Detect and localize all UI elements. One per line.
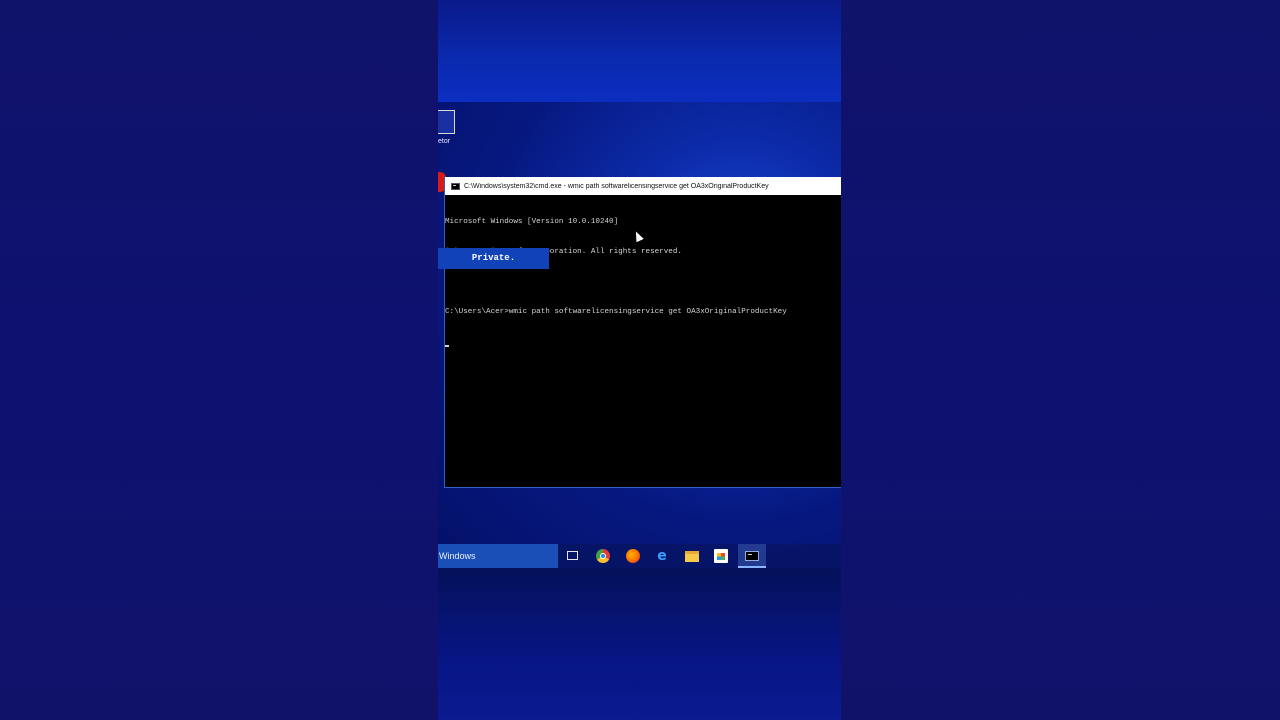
cmd-taskbar-icon[interactable] xyxy=(745,551,759,561)
terminal-line: Microsoft Windows [Version 10.0.10240] xyxy=(445,218,619,226)
task-view-icon[interactable] xyxy=(567,551,578,560)
cmd-icon xyxy=(451,182,460,190)
taskbar: Windows e xyxy=(438,544,841,568)
bottom-band xyxy=(438,568,841,720)
desktop-icon-label: etor xyxy=(438,138,451,145)
private-overlay: Private. xyxy=(438,248,549,269)
taskbar-search-box[interactable]: Windows xyxy=(438,544,558,568)
letterbox-left xyxy=(0,0,438,720)
letterbox-right xyxy=(841,0,1280,720)
terminal-line: C:\Users\Acer>wmic path softwarelicensin… xyxy=(445,308,787,316)
store-icon[interactable] xyxy=(714,549,728,563)
file-explorer-icon[interactable] xyxy=(685,551,699,562)
window-title: C:\Windows\system32\cmd.exe - wmic path … xyxy=(464,182,769,190)
terminal-cursor-line xyxy=(445,337,841,347)
text-cursor xyxy=(445,345,449,347)
desktop-shortcut-icon[interactable] xyxy=(438,110,455,134)
terminal-output[interactable]: Microsoft Windows [Version 10.0.10240] (… xyxy=(445,197,841,367)
top-band xyxy=(438,0,841,102)
chrome-icon[interactable] xyxy=(596,549,610,563)
firefox-icon[interactable] xyxy=(626,549,640,563)
edge-icon[interactable]: e xyxy=(655,549,669,563)
screen-capture: etor C:\Windows\system32\cmd.exe - wmic … xyxy=(438,0,841,720)
cmd-titlebar[interactable]: C:\Windows\system32\cmd.exe - wmic path … xyxy=(445,177,841,195)
cmd-window[interactable]: C:\Windows\system32\cmd.exe - wmic path … xyxy=(444,177,841,488)
search-text: Windows xyxy=(439,551,476,561)
